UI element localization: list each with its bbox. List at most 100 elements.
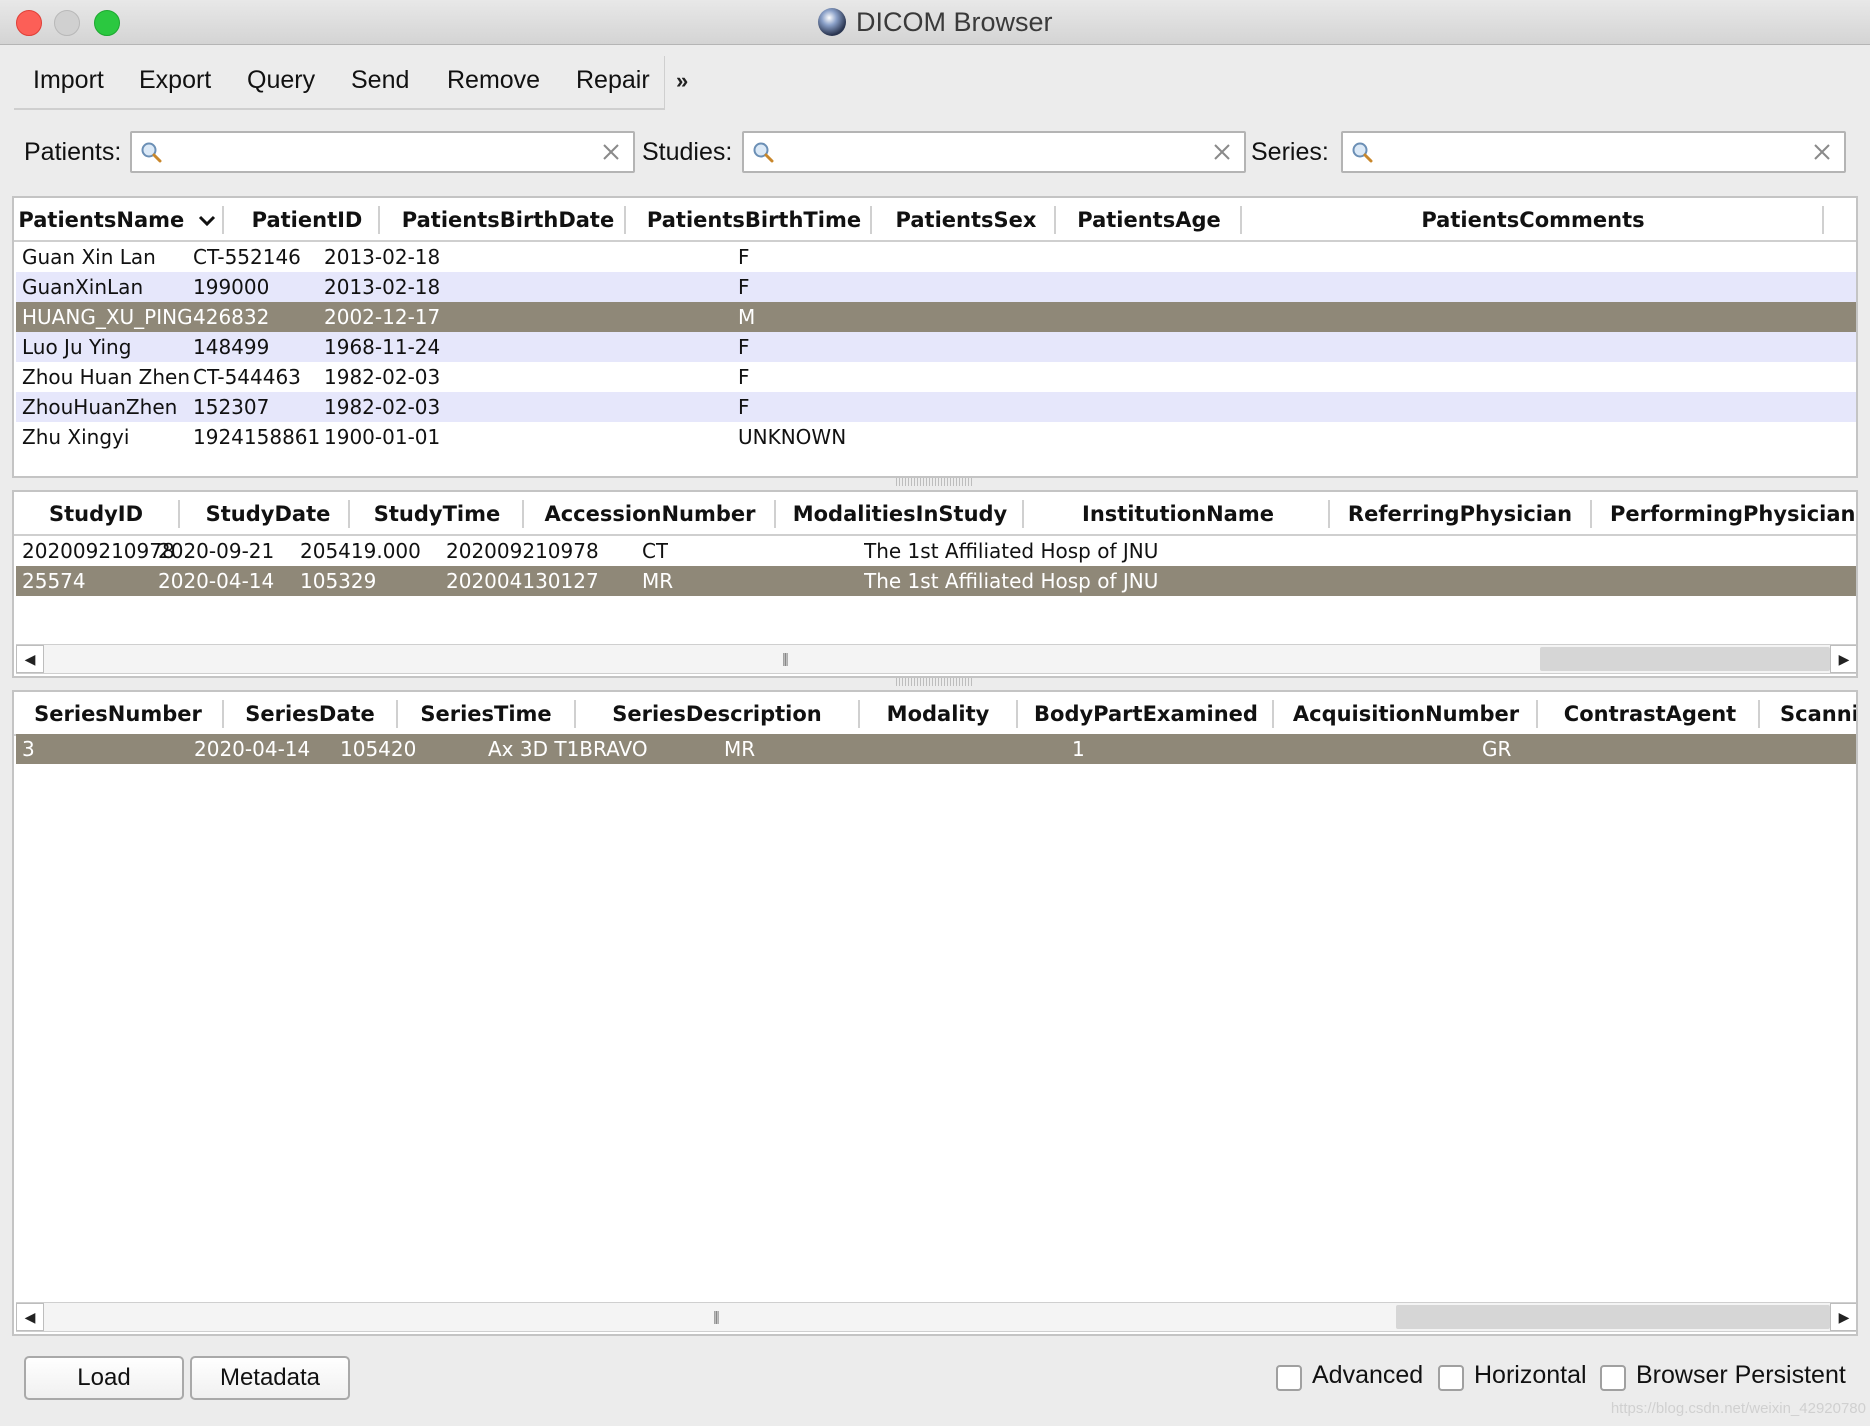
studies-filter-label: Studies: <box>642 138 733 166</box>
table-cell: 202009210978 <box>446 539 599 563</box>
table-cell: 2013-02-18 <box>324 275 441 299</box>
table-cell: ZhouHuanZhen <box>22 395 178 419</box>
table-cell: 1 <box>1072 737 1085 761</box>
column-header-birth-time[interactable]: PatientsBirthTime <box>626 198 882 240</box>
column-header-patient-id[interactable]: PatientID <box>224 198 390 240</box>
browser-persistent-checkbox[interactable] <box>1600 1365 1626 1391</box>
table-cell: 2020-04-14 <box>158 569 275 593</box>
send-button[interactable]: Send <box>351 66 409 95</box>
table-cell: 1924158861 <box>193 425 321 449</box>
table-cell: 105329 <box>300 569 377 593</box>
table-row[interactable]: Guan Xin Lan CT-552146 2013-02-18 F <box>16 242 1856 272</box>
table-row[interactable]: Zhou Huan Zhen CT-544463 1982-02-03 F <box>16 362 1856 392</box>
table-row[interactable]: GuanXinLan 199000 2013-02-18 F <box>16 272 1856 302</box>
toolbar-overflow-icon[interactable]: » <box>676 68 688 94</box>
series-horizontal-scrollbar[interactable]: ◀ ||| ▶ <box>16 1302 1856 1332</box>
advanced-checkbox[interactable] <box>1276 1365 1302 1391</box>
table-row[interactable]: HUANG_XU_PING 426832 2002-12-17 M <box>16 302 1856 332</box>
column-header-patients-name[interactable]: PatientsName <box>14 198 220 240</box>
table-cell: F <box>738 395 750 419</box>
column-header-institution[interactable]: InstitutionName <box>1024 492 1332 534</box>
table-cell: 1982-02-03 <box>324 395 441 419</box>
scrollbar-thumb[interactable] <box>1540 647 1830 671</box>
scroll-left-arrow-icon[interactable]: ◀ <box>16 1303 44 1331</box>
column-header-birth-date[interactable]: PatientsBirthDate <box>380 198 636 240</box>
scroll-left-arrow-icon[interactable]: ◀ <box>16 645 44 673</box>
maximize-window-button[interactable] <box>94 10 120 36</box>
column-header-performing-physicians[interactable]: PerformingPhysiciansN <box>1592 492 1856 534</box>
studies-horizontal-scrollbar[interactable]: ◀ ||| ▶ <box>16 644 1856 674</box>
import-button[interactable]: Import <box>33 66 104 95</box>
column-header-referring-physician[interactable]: ReferringPhysician <box>1330 492 1590 534</box>
table-row[interactable]: 202009210978 2020-09-21 205419.000 20200921… <box>16 536 1856 566</box>
table-row[interactable]: 3 2020-04-14 105420 Ax 3D T1BRAVO MR 1 GR <box>16 734 1856 764</box>
patients-search-field[interactable] <box>130 131 635 173</box>
main-toolbar: Import Export Query Send Remove Repair <box>14 56 665 110</box>
patients-table: PatientsName PatientID PatientsBirthDate… <box>12 196 1858 478</box>
series-search-field[interactable] <box>1341 131 1846 173</box>
table-cell: GR <box>1482 737 1512 761</box>
table-cell: 148499 <box>193 335 270 359</box>
column-header-study-time[interactable]: StudyTime <box>350 492 524 534</box>
studies-search-input[interactable] <box>786 137 1200 169</box>
browser-persistent-label: Browser Persistent <box>1636 1361 1846 1389</box>
query-button[interactable]: Query <box>247 66 315 95</box>
table-cell: Luo Ju Ying <box>22 335 132 359</box>
table-cell: F <box>738 275 750 299</box>
column-header-series-date[interactable]: SeriesDate <box>224 692 396 734</box>
table-cell: The 1st Affiliated Hosp of JNU <box>864 539 1159 563</box>
scroll-right-arrow-icon[interactable]: ▶ <box>1830 1303 1856 1331</box>
clear-icon[interactable] <box>1810 140 1834 164</box>
patients-search-input[interactable] <box>174 137 589 169</box>
metadata-button[interactable]: Metadata <box>190 1356 350 1400</box>
column-header-series-description[interactable]: SeriesDescription <box>576 692 858 734</box>
column-header-study-id[interactable]: StudyID <box>14 492 178 534</box>
table-row[interactable]: 25574 2020-04-14 105329 202004130127 MR The 1… <box>16 566 1856 596</box>
splitter-handle[interactable] <box>896 478 974 486</box>
table-cell: M <box>738 305 756 329</box>
table-row[interactable]: Zhu Xingyi 1924158861 1900-01-01 UNKNOWN <box>16 422 1856 452</box>
studies-search-field[interactable] <box>742 131 1246 173</box>
splitter-handle[interactable] <box>896 678 974 686</box>
studies-table: StudyID StudyDate StudyTime AccessionNum… <box>12 490 1858 678</box>
column-header-sex[interactable]: PatientsSex <box>872 198 1060 240</box>
table-cell: Ax 3D T1BRAVO <box>488 737 648 761</box>
clear-icon[interactable] <box>1210 140 1234 164</box>
column-header-series-time[interactable]: SeriesTime <box>398 692 574 734</box>
clear-icon[interactable] <box>599 140 623 164</box>
scrollbar-thumb[interactable] <box>1396 1305 1830 1329</box>
table-row[interactable]: Luo Ju Ying 148499 1968-11-24 F <box>16 332 1856 362</box>
column-header-age[interactable]: PatientsAge <box>1056 198 1242 240</box>
series-search-input[interactable] <box>1385 137 1800 169</box>
table-cell: F <box>738 245 750 269</box>
table-cell: Zhu Xingyi <box>22 425 130 449</box>
scroll-right-arrow-icon[interactable]: ▶ <box>1830 645 1856 673</box>
close-window-button[interactable] <box>16 10 42 36</box>
repair-button[interactable]: Repair <box>576 66 650 95</box>
export-button[interactable]: Export <box>139 66 211 95</box>
table-cell: 152307 <box>193 395 270 419</box>
window-title: DICOM Browser <box>856 7 1053 37</box>
remove-button[interactable]: Remove <box>447 66 540 95</box>
column-header-series-number[interactable]: SeriesNumber <box>14 692 222 734</box>
table-cell: 202009210978 <box>22 539 175 563</box>
column-header-scanning[interactable]: Scannin <box>1760 692 1856 734</box>
table-cell: 25574 <box>22 569 86 593</box>
column-header-modality[interactable]: Modality <box>860 692 1016 734</box>
table-cell: 2013-02-18 <box>324 245 441 269</box>
scrollbar-grip-icon: ||| <box>713 1308 720 1324</box>
column-header-accession-number[interactable]: AccessionNumber <box>524 492 776 534</box>
column-header-modalities[interactable]: ModalitiesInStudy <box>776 492 1024 534</box>
column-header-study-date[interactable]: StudyDate <box>180 492 356 534</box>
load-button[interactable]: Load <box>24 1356 184 1400</box>
table-cell: Zhou Huan Zhen <box>22 365 191 389</box>
horizontal-checkbox[interactable] <box>1438 1365 1464 1391</box>
minimize-window-button[interactable] <box>54 10 80 36</box>
column-header-contrast-agent[interactable]: ContrastAgent <box>1538 692 1762 734</box>
column-header-comments[interactable]: PatientsComments <box>1242 198 1824 240</box>
column-header-acquisition-number[interactable]: AcquisitionNumber <box>1274 692 1538 734</box>
table-cell: CT-544463 <box>193 365 301 389</box>
column-header-body-part[interactable]: BodyPartExamined <box>1018 692 1274 734</box>
table-cell: MR <box>642 569 674 593</box>
table-row[interactable]: ZhouHuanZhen 152307 1982-02-03 F <box>16 392 1856 422</box>
